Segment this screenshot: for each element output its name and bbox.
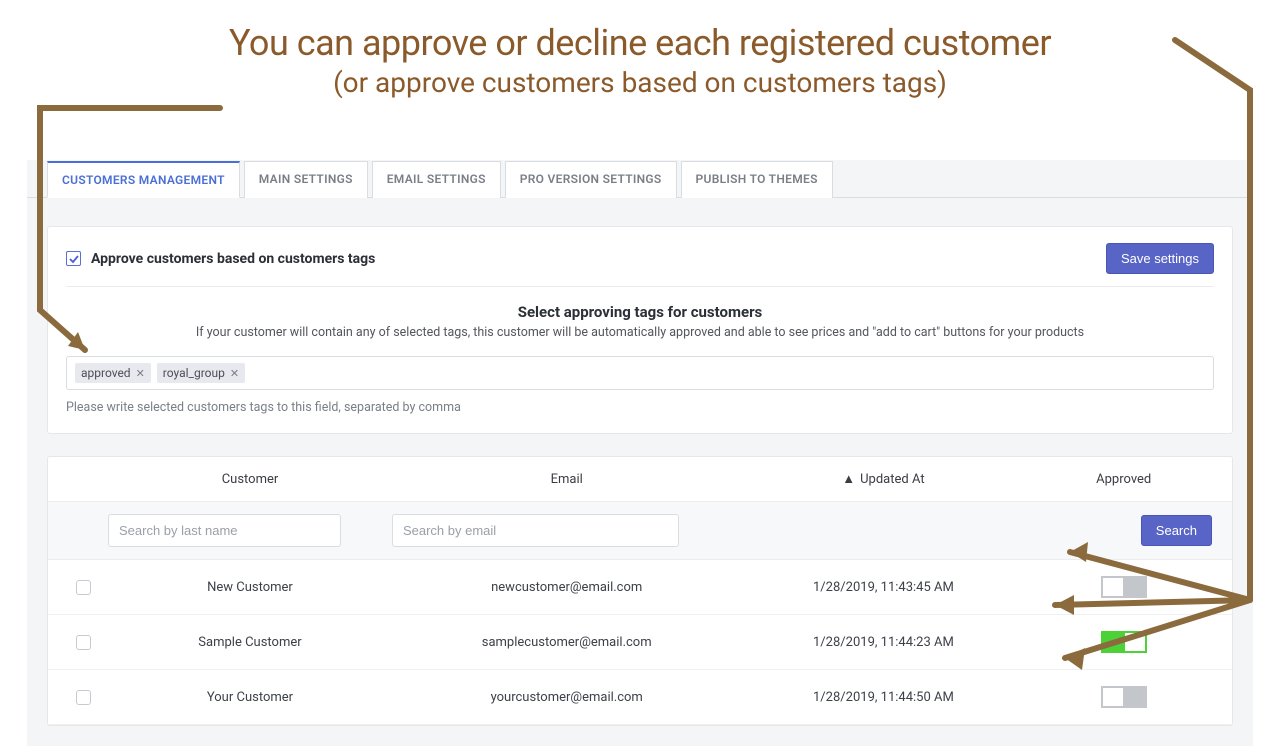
search-email-input[interactable] bbox=[392, 514, 679, 547]
card-header: Approve customers based on customers tag… bbox=[66, 243, 1214, 287]
col-approved: Approved bbox=[1025, 472, 1222, 487]
col-email: Email bbox=[392, 472, 741, 487]
sort-asc-icon: ▲ bbox=[842, 471, 855, 487]
col-customer: Customer bbox=[108, 472, 392, 487]
tabs-bar: CUSTOMERS MANAGEMENT MAIN SETTINGS EMAIL… bbox=[27, 160, 1253, 198]
approve-toggle[interactable] bbox=[1101, 686, 1147, 708]
headline-subtitle: (or approve customers based on customers… bbox=[0, 66, 1280, 99]
col-updated-label: Updated At bbox=[860, 472, 924, 487]
tags-hint: Please write selected customers tags to … bbox=[66, 400, 1214, 415]
tab-pro-version-settings[interactable]: PRO VERSION SETTINGS bbox=[505, 161, 677, 198]
cell-email: newcustomer@email.com bbox=[392, 580, 741, 595]
tab-main-settings[interactable]: MAIN SETTINGS bbox=[244, 161, 368, 198]
table-row: Sample Customer samplecustomer@email.com… bbox=[48, 615, 1232, 670]
row-checkbox[interactable] bbox=[76, 580, 91, 595]
customers-table: Customer Email ▲ Updated At Approved Sea… bbox=[47, 456, 1233, 726]
cell-updated: 1/28/2019, 11:43:45 AM bbox=[741, 580, 1025, 595]
tag-remove-icon[interactable]: ✕ bbox=[230, 367, 239, 380]
approve-by-tags-label: Approve customers based on customers tag… bbox=[91, 251, 375, 267]
tag-label: royal_group bbox=[163, 366, 225, 380]
cell-updated: 1/28/2019, 11:44:50 AM bbox=[741, 690, 1025, 705]
tags-settings-card: Approve customers based on customers tag… bbox=[47, 226, 1233, 434]
tag-chip: royal_group ✕ bbox=[157, 363, 245, 383]
cell-updated: 1/28/2019, 11:44:23 AM bbox=[741, 635, 1025, 650]
search-button[interactable]: Search bbox=[1141, 515, 1212, 546]
approve-by-tags-row: Approve customers based on customers tag… bbox=[66, 251, 375, 267]
save-settings-button[interactable]: Save settings bbox=[1106, 243, 1214, 274]
cell-email: yourcustomer@email.com bbox=[392, 690, 741, 705]
table-filter-row: Search bbox=[48, 501, 1232, 560]
cell-customer: Your Customer bbox=[108, 690, 392, 705]
tags-input[interactable]: approved ✕ royal_group ✕ bbox=[66, 356, 1214, 390]
search-lastname-input[interactable] bbox=[108, 514, 341, 547]
cell-email: samplecustomer@email.com bbox=[392, 635, 741, 650]
row-checkbox[interactable] bbox=[76, 635, 91, 650]
section-description: If your customer will contain any of sel… bbox=[66, 325, 1214, 340]
col-updated-at[interactable]: ▲ Updated At bbox=[741, 471, 1025, 487]
tag-remove-icon[interactable]: ✕ bbox=[136, 367, 145, 380]
app-panel: CUSTOMERS MANAGEMENT MAIN SETTINGS EMAIL… bbox=[27, 160, 1253, 746]
cell-customer: New Customer bbox=[108, 580, 392, 595]
table-row: Your Customer yourcustomer@email.com 1/2… bbox=[48, 670, 1232, 725]
tab-customers-management[interactable]: CUSTOMERS MANAGEMENT bbox=[47, 161, 240, 198]
annotation-headline: You can approve or decline each register… bbox=[0, 0, 1280, 99]
tab-publish-to-themes[interactable]: PUBLISH TO THEMES bbox=[681, 161, 833, 198]
tag-label: approved bbox=[81, 366, 131, 380]
headline-title: You can approve or decline each register… bbox=[0, 22, 1280, 64]
approve-by-tags-checkbox[interactable] bbox=[66, 251, 81, 266]
table-header-row: Customer Email ▲ Updated At Approved bbox=[48, 457, 1232, 501]
section-title: Select approving tags for customers bbox=[66, 303, 1214, 321]
approve-toggle[interactable] bbox=[1101, 631, 1147, 653]
table-row: New Customer newcustomer@email.com 1/28/… bbox=[48, 560, 1232, 615]
cell-customer: Sample Customer bbox=[108, 635, 392, 650]
row-checkbox[interactable] bbox=[76, 690, 91, 705]
approve-toggle[interactable] bbox=[1101, 576, 1147, 598]
tab-email-settings[interactable]: EMAIL SETTINGS bbox=[372, 161, 501, 198]
tag-chip: approved ✕ bbox=[75, 363, 151, 383]
